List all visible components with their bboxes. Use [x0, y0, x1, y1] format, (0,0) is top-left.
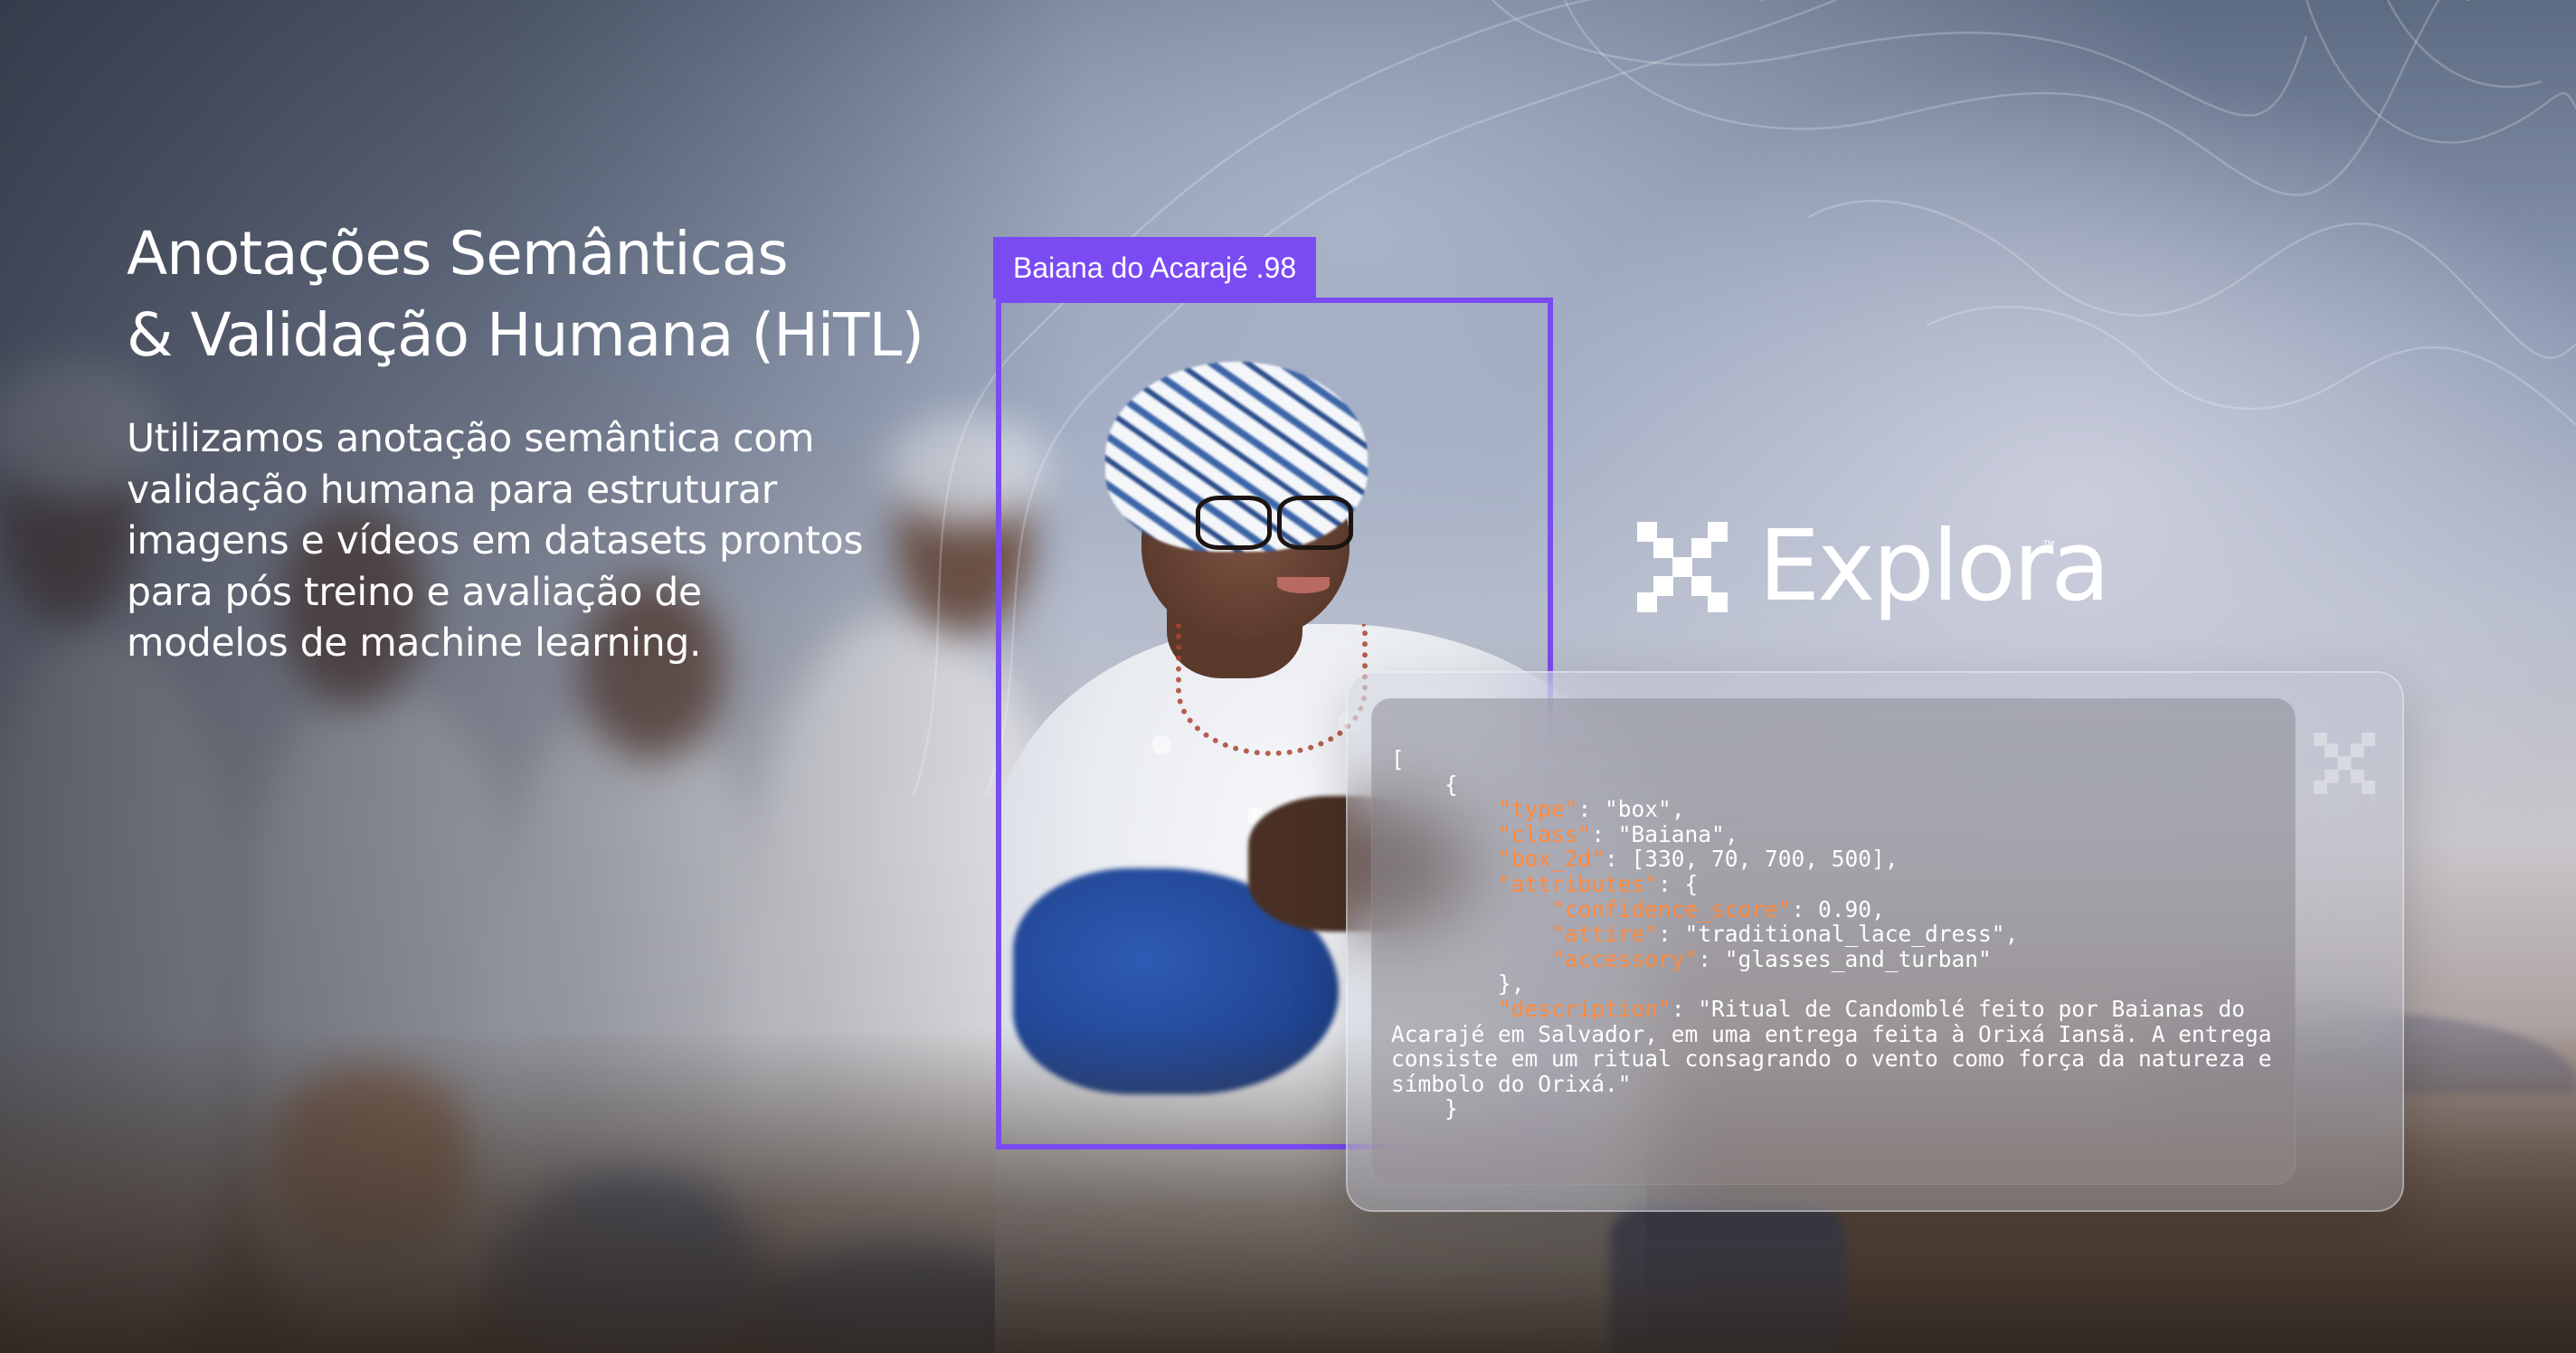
code-value: "traditional_lace_dress"	[1684, 921, 2005, 948]
page-description-line: modelos de machine learning.	[127, 621, 702, 666]
page-description-line: para pós treino e avaliação de	[127, 570, 702, 615]
page-description-line: imagens e vídeos em datasets prontos	[127, 519, 864, 563]
page-description: Utilizamos anotação semântica com valida…	[127, 414, 941, 670]
code-value: "Ritual de Candomblé feito por Baianas d…	[1698, 995, 2246, 1022]
code-value: Acarajé em Salvador, em uma entrega feit…	[1391, 1020, 2272, 1047]
code-value: "box"	[1605, 796, 1672, 823]
page-description-line: validação humana para estruturar	[127, 468, 777, 513]
annotation-json: [ { "type": "box", "class": "Baiana", "b…	[1391, 746, 2272, 1122]
code-value: 0.90	[1818, 895, 1872, 922]
code-key: "box_2d"	[1498, 846, 1605, 873]
explora-watermark-icon	[2314, 733, 2375, 794]
page-title: Anotações Semânticas & Validação Humana …	[127, 213, 941, 376]
code-value: "Baiana"	[1617, 820, 1725, 847]
brand-name: Explora	[1758, 510, 2110, 623]
code-token: }	[1444, 1095, 1458, 1122]
code-value: símbolo do Orixá."	[1391, 1070, 1632, 1097]
code-key: "attributes"	[1498, 870, 1659, 897]
brand-logo: Explora	[1637, 510, 2110, 623]
page-title-line-1: Anotações Semânticas	[127, 219, 789, 289]
code-token: [	[1391, 746, 1405, 772]
code-key: "confidence_score"	[1551, 895, 1792, 922]
code-key: "type"	[1498, 796, 1578, 823]
code-value: consiste em um ritual consagrando o vent…	[1391, 1046, 2272, 1073]
code-key: "attire"	[1551, 921, 1659, 948]
code-key: "description"	[1498, 995, 1672, 1022]
code-value: [330, 70, 700, 500]	[1631, 846, 1885, 873]
code-key: "accessory"	[1551, 945, 1699, 972]
code-token: {	[1444, 771, 1458, 798]
code-token: },	[1498, 970, 1525, 998]
detection-label: Baiana do Acarajé .98	[993, 237, 1317, 298]
page-description-line: Utilizamos anotação semântica com	[127, 417, 815, 461]
explora-mark-icon	[1637, 522, 1728, 612]
page-title-line-2: & Validação Humana (HiTL)	[127, 300, 924, 370]
slide: Anotações Semânticas & Validação Humana …	[0, 0, 2576, 1353]
trademark-symbol: ™	[2042, 537, 2055, 552]
code-key: "class"	[1498, 820, 1592, 847]
code-value: "glasses_and_turban"	[1724, 945, 1992, 972]
